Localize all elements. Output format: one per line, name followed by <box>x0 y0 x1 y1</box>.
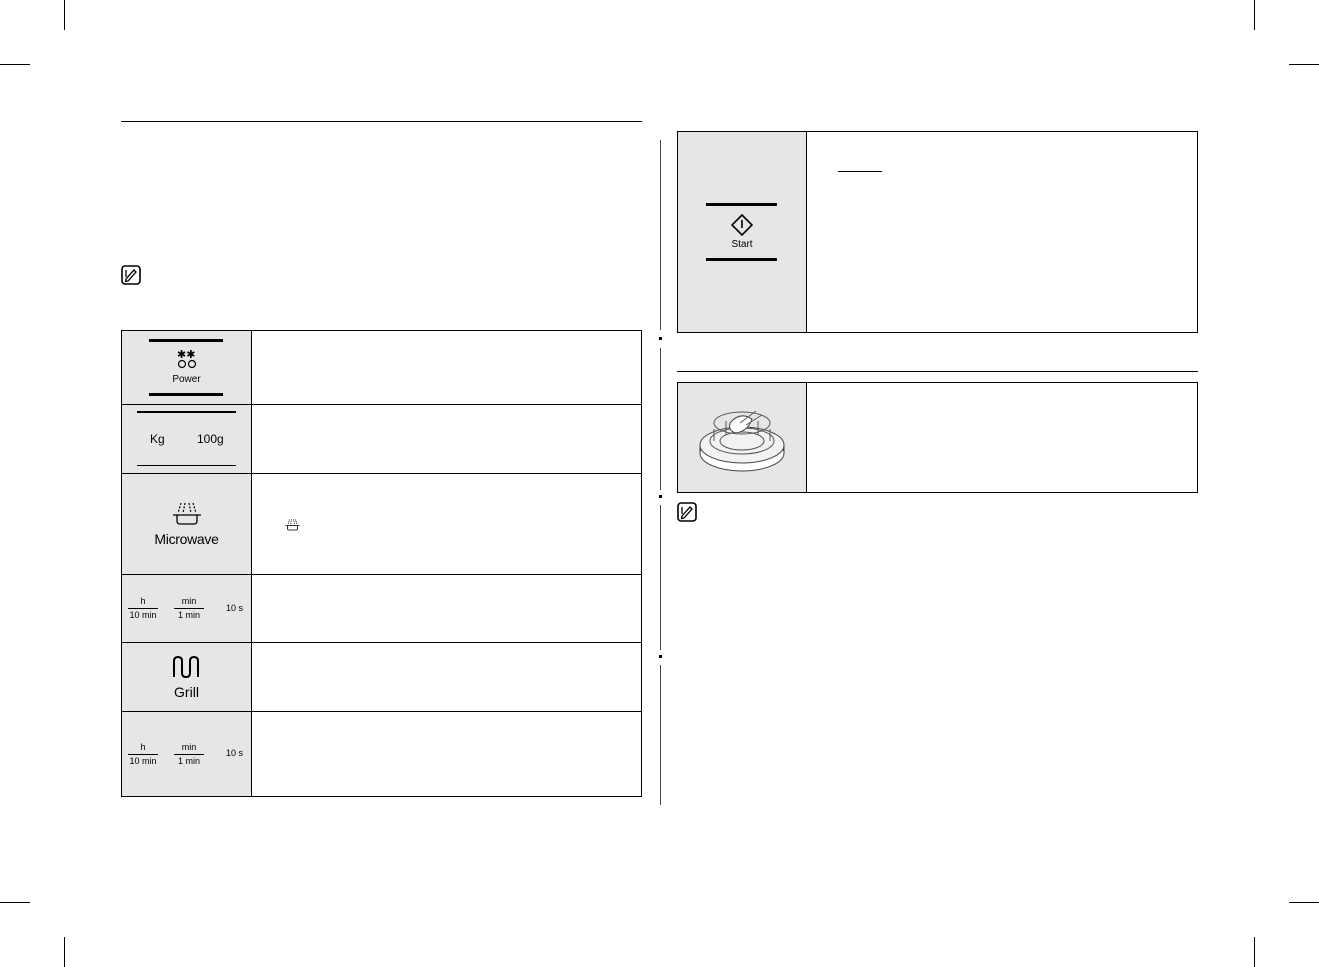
crop-mark <box>1289 902 1319 903</box>
grill-button-cell: Grill <box>121 642 252 712</box>
microwave-button-cell: Microwave <box>121 473 252 575</box>
table-row <box>677 382 1198 493</box>
table-row: Microwave <box>121 473 642 575</box>
divider-dot <box>659 337 662 340</box>
table-row: Start <box>677 131 1198 333</box>
svg-text:✱✱: ✱✱ <box>177 348 195 361</box>
note-icon <box>121 265 141 285</box>
power-label: Power <box>172 374 201 385</box>
crop-mark <box>0 902 30 903</box>
grill-label: Grill <box>174 684 199 700</box>
table-row: Grill <box>121 642 642 712</box>
ten-seconds-button: 10 s <box>226 748 244 758</box>
start-label: Start <box>731 239 753 250</box>
microwave-label: Microwave <box>154 531 219 547</box>
crop-mark <box>64 937 65 967</box>
grill-icon <box>173 655 199 679</box>
divider-dot <box>659 495 662 498</box>
column-divider <box>660 505 661 650</box>
start-table: Start <box>677 131 1198 333</box>
table-row: Kg 100g <box>121 404 642 474</box>
power-button-cell: ✱✱ Power <box>121 330 252 405</box>
table-row: h 10 min min 1 min 10 s <box>121 711 642 797</box>
crop-mark <box>1254 0 1255 30</box>
column-divider <box>660 665 661 805</box>
crop-mark <box>0 64 30 65</box>
crop-mark <box>1289 64 1319 65</box>
ten-seconds-button: 10 s <box>226 603 244 613</box>
minute-button: min 1 min <box>174 742 204 767</box>
section-rule <box>677 371 1198 372</box>
hour-button: h 10 min <box>128 742 158 766</box>
minute-button: min 1 min <box>174 596 204 621</box>
table-row: h 10 min min 1 min 10 s <box>121 574 642 643</box>
turntable-table <box>677 382 1198 493</box>
column-divider <box>660 348 661 490</box>
hour-button: h 10 min <box>128 596 158 620</box>
section-rule <box>121 121 642 122</box>
note-icon <box>677 502 697 522</box>
turntable-image <box>699 410 785 472</box>
100g-label: 100g <box>197 432 224 446</box>
start-button-cell: Start <box>677 131 807 333</box>
time-buttons-cell: h 10 min min 1 min 10 s <box>121 711 252 797</box>
time-buttons-cell: h 10 min min 1 min 10 s <box>121 574 252 643</box>
crop-mark <box>1254 937 1255 967</box>
microwave-icon <box>173 502 201 525</box>
column-divider <box>660 140 661 330</box>
control-panel-table: ✱✱ Power Kg 100g Microwave h 10 min min … <box>121 330 642 797</box>
microwave-icon-small <box>285 519 300 531</box>
weight-button-cell: Kg 100g <box>121 404 252 474</box>
start-diamond-icon <box>731 214 753 236</box>
table-row: ✱✱ Power <box>121 330 642 405</box>
turntable-cell <box>677 382 807 493</box>
crop-mark <box>64 0 65 30</box>
power-icon: ✱✱ <box>177 348 197 369</box>
divider-dot <box>659 655 662 658</box>
kg-label: Kg <box>150 432 165 446</box>
